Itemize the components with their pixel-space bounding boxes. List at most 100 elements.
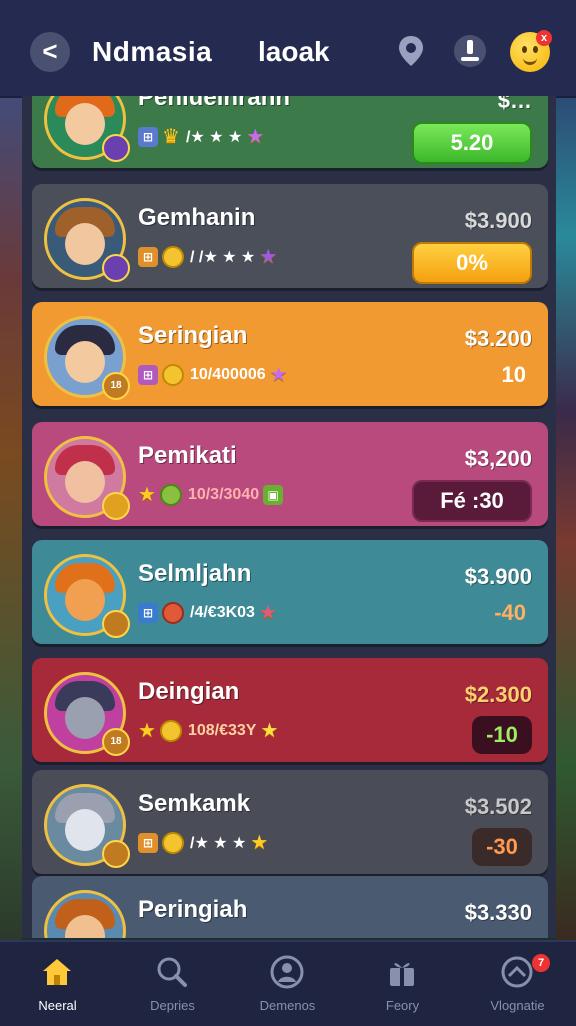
nav-label: Demenos: [259, 998, 316, 1013]
action-value[interactable]: 10: [502, 362, 526, 388]
back-button[interactable]: <: [30, 32, 70, 72]
action-value[interactable]: 10: [502, 936, 526, 938]
price-label: $3.330: [464, 900, 532, 925]
search-icon: [157, 957, 187, 987]
list-item[interactable]: Penlueinrann ⊞ ♛ /★ ★ ★ ★ $… 5.20: [32, 96, 548, 168]
stats-text: / /★ ★ ★: [190, 249, 256, 266]
coin-icon: [162, 832, 184, 854]
character-name: Pemikati: [138, 442, 237, 469]
nav-tab-home[interactable]: Neeral: [0, 942, 115, 1026]
ticket-icon: ⊞: [138, 127, 158, 147]
nav-label: Feory: [385, 998, 420, 1013]
stats-row: ⊞ ♛ /★ ★ ★ ★: [138, 124, 264, 150]
list-item[interactable]: Semkamk ⊞ /★ ★ ★ ★ $3.502 -30: [32, 770, 548, 874]
top-bar: < Ndmasia laoak x: [0, 0, 576, 98]
star-icon: ★: [250, 832, 269, 854]
crown-icon: ♛: [162, 126, 180, 148]
stats-row: ⊞ / /★ ★ ★ ★: [138, 244, 277, 270]
character-name: Semkamk: [138, 790, 251, 817]
buy-button[interactable]: 5.20: [412, 122, 532, 164]
coin-icon: [159, 484, 182, 506]
gift-box-icon: ▣: [263, 485, 284, 505]
stats-row: ⊞ /4/€3K03 ★: [138, 600, 277, 626]
avatar: [44, 890, 126, 938]
character-name: Penlueinrann: [138, 96, 291, 111]
character-list[interactable]: Penlueinrann ⊞ ♛ /★ ★ ★ ★ $… 5.20 Gemhan…: [22, 96, 556, 938]
star-icon: ★: [246, 126, 265, 148]
coin-icon: [162, 364, 184, 386]
nav-tab-profile[interactable]: Demenos: [230, 942, 345, 1026]
ticket-icon: ⊞: [138, 365, 158, 385]
list-item[interactable]: Selmljahn ⊞ /4/€3K03 ★ $3.900 -40: [32, 540, 548, 644]
character-name: Gemhanin: [138, 204, 256, 231]
price-label: $3,200: [464, 446, 532, 471]
level-badge: 18: [102, 728, 130, 756]
price-label: $3.200: [464, 326, 532, 351]
bottom-navigation: Neeral Depries Demenos Feory 7 Vlognatie: [0, 940, 576, 1026]
stats-text: /4/€3K03: [190, 604, 255, 621]
nav-tab-search[interactable]: Depries: [115, 942, 230, 1026]
star-icon: ★: [269, 364, 288, 386]
page-title: Ndmasia: [92, 36, 213, 67]
nav-tab-gift[interactable]: Feory: [345, 942, 460, 1026]
ticket-icon: ⊞: [138, 247, 158, 267]
page-subtitle: laoak: [258, 36, 330, 67]
action-button[interactable]: -10: [472, 716, 532, 754]
stats-row: ⊞ /★ ★ ★ ★: [138, 830, 268, 856]
character-name: Peringiah: [138, 896, 248, 923]
action-button[interactable]: 0%: [412, 242, 532, 284]
coin-icon: [159, 720, 182, 742]
list-item[interactable]: Peringiah $3.330 10: [32, 876, 548, 938]
star-icon: ★: [259, 246, 278, 268]
stats-text: /★ ★ ★: [185, 129, 243, 146]
list-item[interactable]: 18 Deingian ★ 108/€33Y ★ $2.300 -10: [32, 658, 548, 762]
ticket-icon: ⊞: [138, 833, 158, 853]
stats-text: 108/€33Y: [187, 722, 257, 739]
stats-text: 10/3/3040: [187, 486, 260, 503]
stats-text: 10/400006: [190, 366, 266, 383]
level-badge: [102, 840, 130, 868]
stats-text: /★ ★ ★: [190, 835, 247, 852]
background-scenery-right: [556, 60, 576, 940]
price-label: $2.300: [464, 682, 532, 707]
stats-row: ★ 10/3/3040 ▣: [138, 482, 284, 508]
star-icon: ★: [258, 602, 277, 624]
coin-icon: [162, 246, 184, 268]
character-name: Selmljahn: [138, 560, 252, 587]
gift-icon: [390, 963, 414, 986]
level-badge: [102, 254, 130, 282]
list-item[interactable]: 18 Seringian ⊞ 10/400006 ★ $3.200 10: [32, 302, 548, 406]
level-badge: 18: [102, 372, 130, 400]
action-value[interactable]: -40: [494, 600, 526, 626]
notification-badge: x: [536, 30, 552, 46]
level-badge: [102, 492, 130, 520]
nav-badge: 7: [532, 954, 550, 972]
nav-label: Vlognatie: [490, 998, 545, 1013]
coin-icon: [162, 602, 184, 624]
settings-icon: [501, 956, 533, 988]
character-name: Seringian: [138, 322, 248, 349]
nav-label: Depries: [150, 998, 195, 1013]
location-pin-icon[interactable]: [393, 33, 429, 69]
home-icon: [43, 959, 71, 985]
stats-row: ⊞ 10/400006 ★: [138, 362, 288, 388]
list-item[interactable]: Pemikati ★ 10/3/3040 ▣ $3,200 Fé :30: [32, 422, 548, 526]
price-label: $3.900: [464, 208, 532, 233]
character-name: Deingian: [138, 678, 240, 705]
action-button[interactable]: Fé :30: [412, 480, 532, 522]
download-icon[interactable]: [452, 33, 488, 69]
nav-label: Neeral: [38, 998, 77, 1013]
star-icon: ★: [138, 720, 156, 742]
price-label: $…: [497, 96, 532, 113]
action-button[interactable]: -30: [472, 828, 532, 866]
nav-tab-settings[interactable]: 7 Vlognatie: [460, 942, 575, 1026]
crown-icon: ★: [138, 484, 156, 506]
star-icon: ★: [260, 720, 279, 742]
price-label: $3.900: [464, 564, 532, 589]
stats-row: ★ 108/€33Y ★: [138, 718, 278, 744]
price-label: $3.502: [464, 794, 532, 819]
background-scenery-left: [0, 60, 22, 940]
profile-icon: [270, 955, 304, 989]
ticket-icon: ⊞: [138, 603, 158, 623]
list-item[interactable]: Gemhanin ⊞ / /★ ★ ★ ★ $3.900 0%: [32, 184, 548, 288]
